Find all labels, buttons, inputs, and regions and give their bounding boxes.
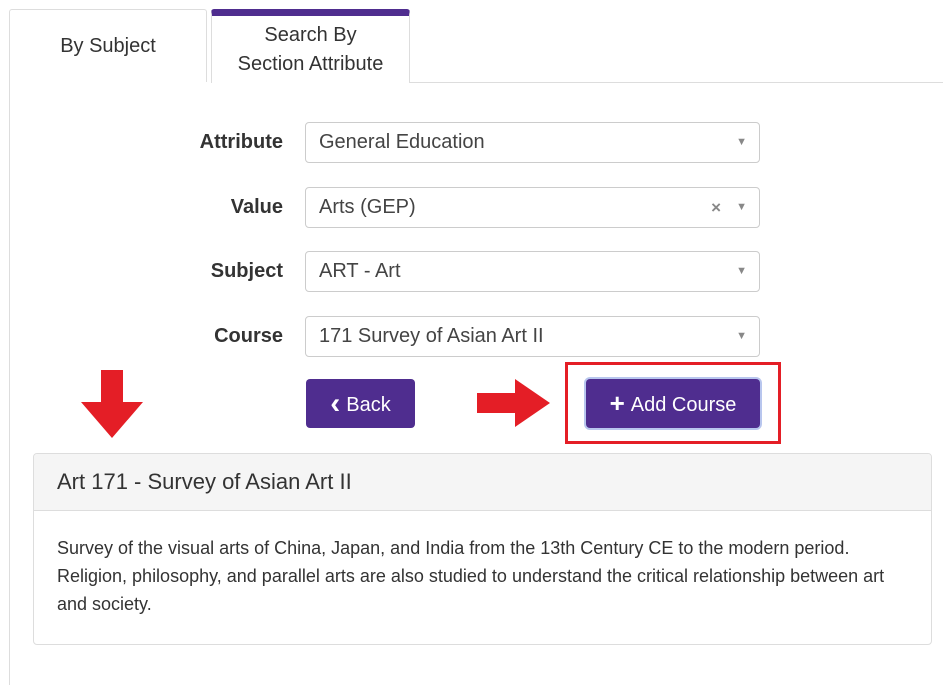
- chevron-down-icon: ▼: [736, 201, 747, 213]
- subject-label: Subject: [210, 260, 283, 282]
- add-course-button[interactable]: + Add Course: [586, 379, 760, 428]
- tab-search-by-section-attribute[interactable]: Search By Section Attribute: [211, 9, 410, 83]
- value-select-value: Arts (GEP): [319, 196, 416, 218]
- plus-icon: +: [609, 388, 625, 418]
- back-button[interactable]: ‹ Back: [306, 379, 415, 428]
- course-title: Art 171 - Survey of Asian Art II: [34, 454, 931, 511]
- tab-content-border-top: [410, 82, 943, 83]
- value-label: Value: [230, 196, 283, 218]
- tab-by-subject[interactable]: By Subject: [9, 9, 207, 82]
- tab-attribute-label: Search By Section Attribute: [237, 23, 384, 75]
- arrow-down-icon: [81, 370, 143, 438]
- course-description: Survey of the visual arts of China, Japa…: [57, 538, 885, 614]
- tab-by-subject-label: By Subject: [60, 34, 156, 57]
- attribute-select-value: General Education: [319, 131, 485, 153]
- value-select[interactable]: Arts (GEP) × ▼: [305, 187, 760, 228]
- subject-select[interactable]: ART - Art ▼: [305, 251, 760, 292]
- attribute-label: Attribute: [199, 131, 283, 153]
- course-detail-panel: Art 171 - Survey of Asian Art II Survey …: [33, 453, 932, 645]
- clear-icon[interactable]: ×: [711, 188, 721, 227]
- course-select[interactable]: 171 Survey of Asian Art II ▼: [305, 316, 760, 357]
- back-button-label: Back: [346, 394, 391, 416]
- subject-select-value: ART - Art: [319, 260, 401, 282]
- attribute-select[interactable]: General Education ▼: [305, 122, 760, 163]
- chevron-down-icon: ▼: [736, 330, 747, 342]
- course-label: Course: [214, 325, 283, 347]
- arrow-right-icon: [477, 379, 550, 427]
- tab-content-border-left: [9, 82, 10, 685]
- chevron-down-icon: ▼: [736, 136, 747, 148]
- chevron-down-icon: ▼: [736, 265, 747, 277]
- chevron-left-icon: ‹: [330, 387, 341, 420]
- add-course-button-label: Add Course: [630, 394, 737, 416]
- course-select-value: 171 Survey of Asian Art II: [319, 325, 544, 347]
